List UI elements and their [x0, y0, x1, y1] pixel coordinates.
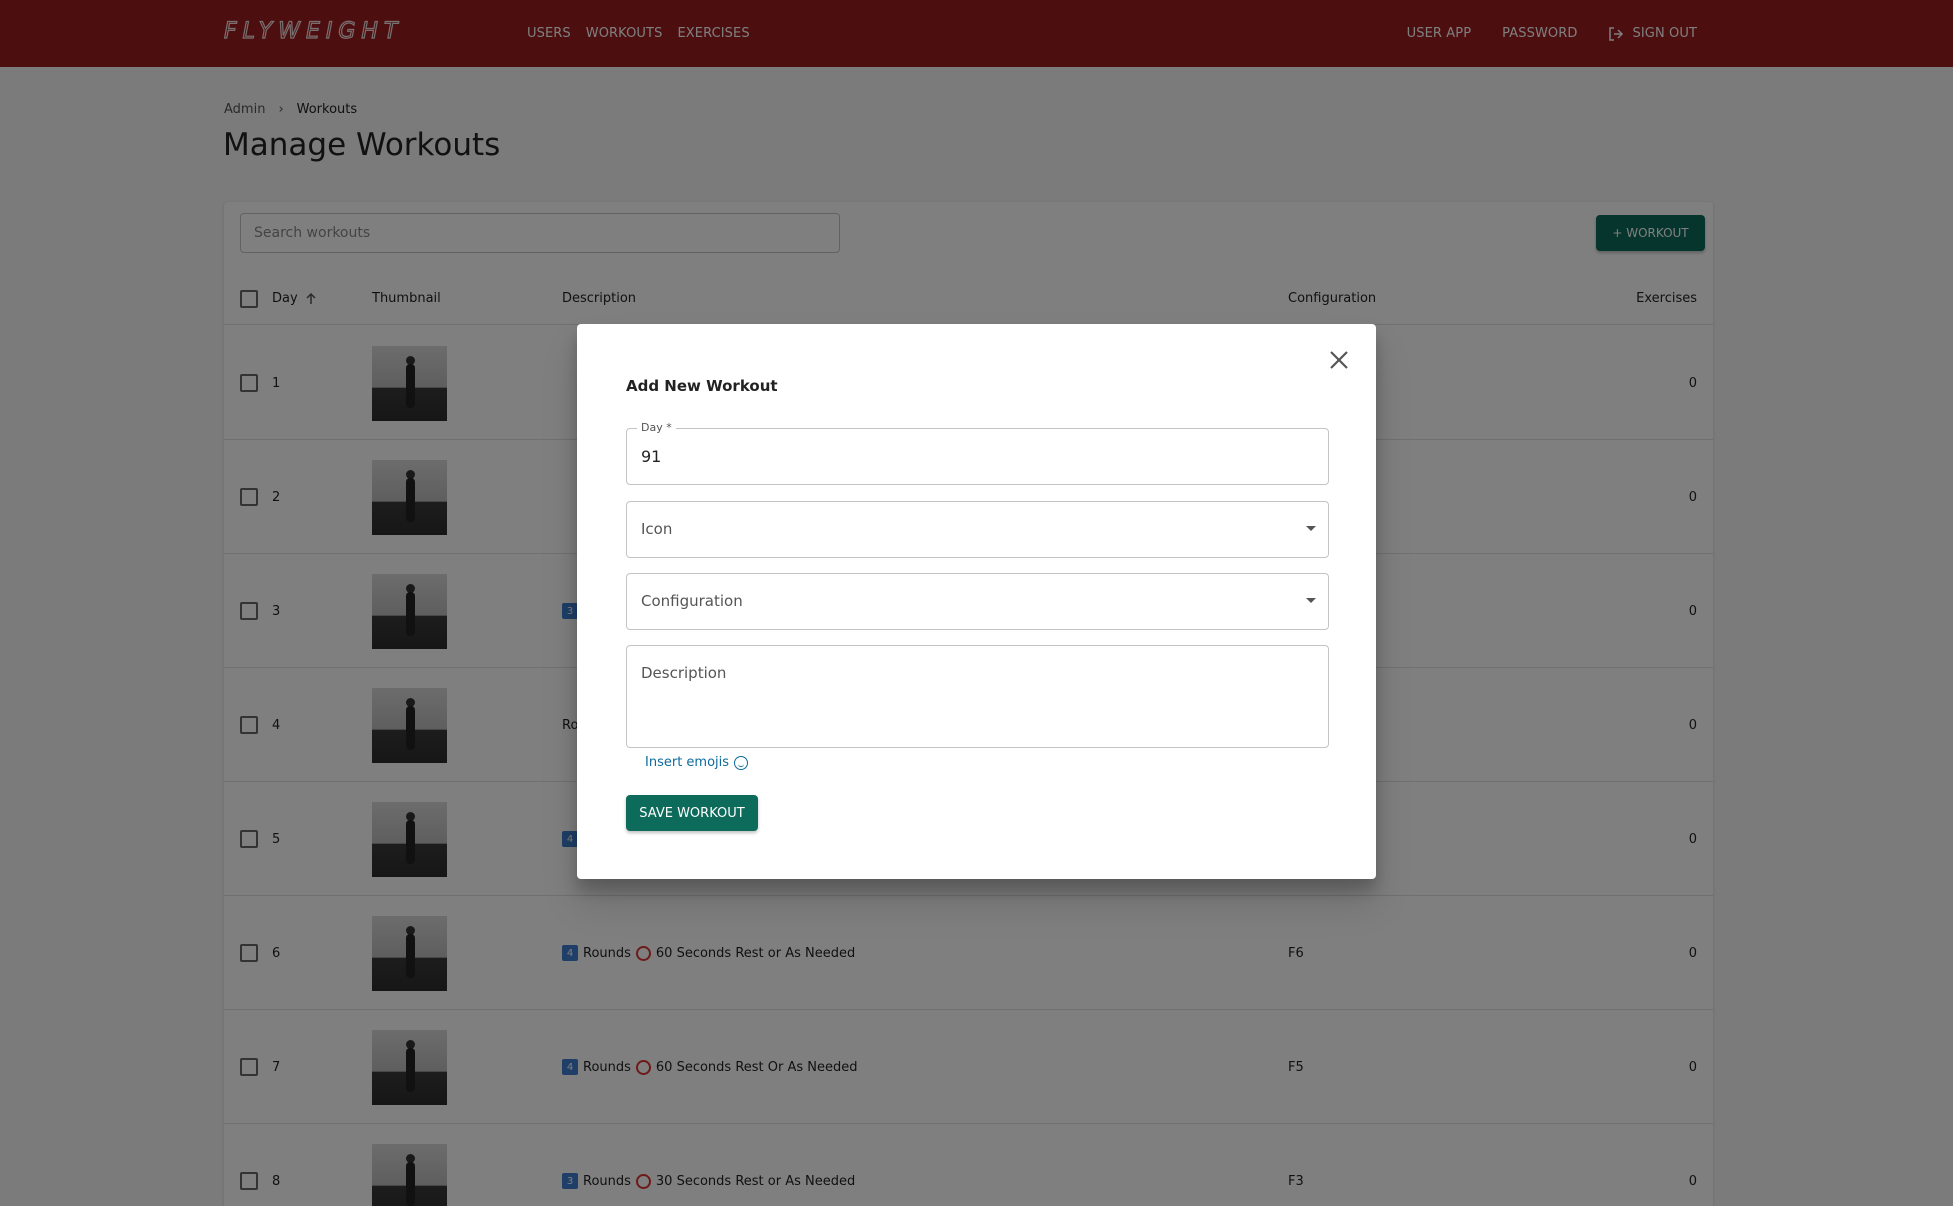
day-field[interactable]: Day * 91 [626, 421, 1329, 485]
icon-select-placeholder: Icon [641, 520, 673, 538]
icon-select[interactable]: Icon [626, 501, 1329, 558]
day-label: Day * [637, 421, 676, 434]
caret-down-icon [1306, 598, 1316, 603]
dialog-title: Add New Workout [626, 377, 778, 395]
add-workout-dialog: Add New Workout Day * 91 Icon Configurat… [577, 324, 1376, 879]
caret-down-icon [1306, 526, 1316, 531]
day-value: 91 [641, 447, 662, 466]
configuration-select-placeholder: Configuration [641, 592, 743, 610]
insert-emojis-label: Insert emojis [645, 755, 730, 770]
description-textarea[interactable]: Description [626, 645, 1329, 748]
save-workout-button[interactable]: SAVE WORKOUT [626, 795, 758, 831]
close-icon[interactable] [1324, 345, 1354, 375]
description-placeholder: Description [641, 664, 727, 682]
configuration-select[interactable]: Configuration [626, 573, 1329, 630]
insert-emojis-link[interactable]: Insert emojis [645, 755, 749, 770]
smiley-icon [734, 755, 749, 770]
